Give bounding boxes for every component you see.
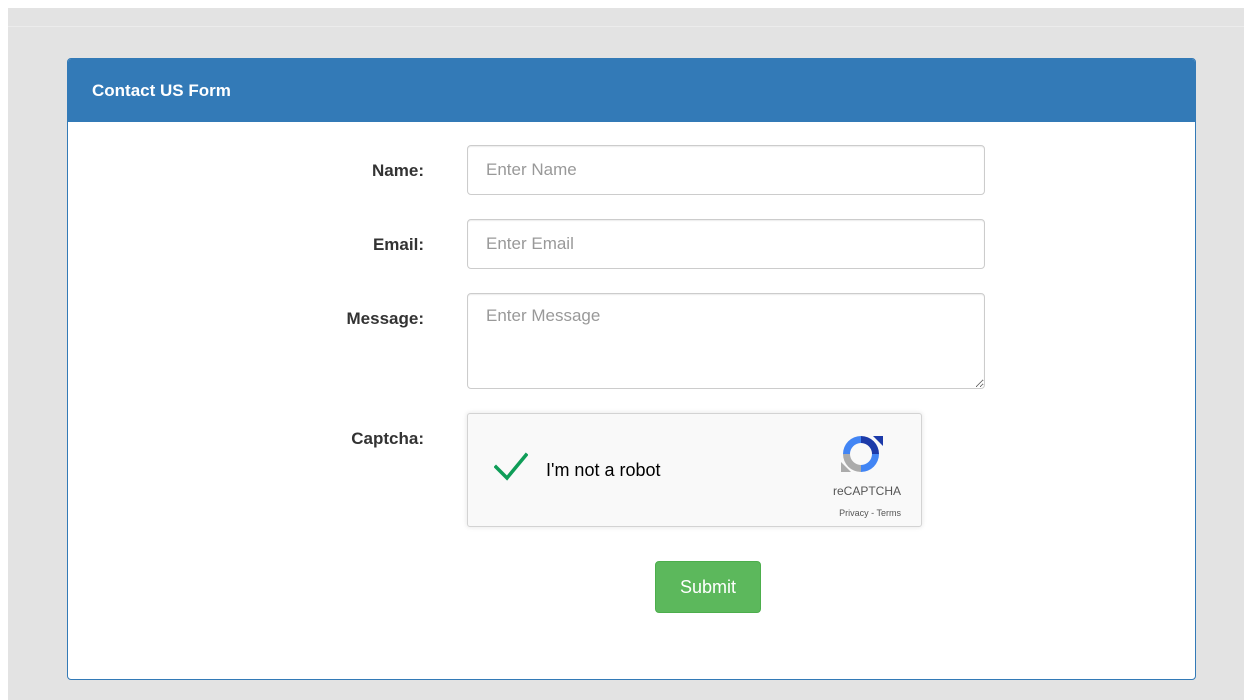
submit-row: Submit xyxy=(68,561,1195,613)
message-textarea[interactable] xyxy=(467,293,985,389)
page-background: Contact US Form Name: Email: Message: Ca… xyxy=(8,8,1244,700)
recaptcha-links[interactable]: Privacy - Terms xyxy=(468,508,919,518)
contact-form-panel: Contact US Form Name: Email: Message: Ca… xyxy=(67,58,1196,680)
recaptcha-logo-icon xyxy=(841,436,883,472)
email-row: Email: xyxy=(68,219,1195,269)
recaptcha-brand-label: reCAPTCHA xyxy=(832,484,901,498)
name-label: Name: xyxy=(372,161,424,180)
check-icon[interactable] xyxy=(494,452,528,482)
message-row: Message: xyxy=(68,293,1195,389)
name-row: Name: xyxy=(68,145,1195,195)
email-input[interactable] xyxy=(467,219,985,269)
panel-title: Contact US Form xyxy=(68,59,1195,122)
email-label: Email: xyxy=(372,235,424,254)
captcha-checkbox-label[interactable]: I'm not a robot xyxy=(546,460,661,481)
captcha-label: Captcha: xyxy=(351,429,424,448)
message-label: Message: xyxy=(346,309,424,328)
recaptcha-widget: I'm not a robot reCAPTCHA Privacy - Term… xyxy=(467,413,922,527)
captcha-row: Captcha: I'm not a robot reCAPTCHA Priva… xyxy=(68,413,1195,527)
divider xyxy=(8,26,1244,27)
submit-button[interactable]: Submit xyxy=(655,561,761,613)
name-input[interactable] xyxy=(467,145,985,195)
